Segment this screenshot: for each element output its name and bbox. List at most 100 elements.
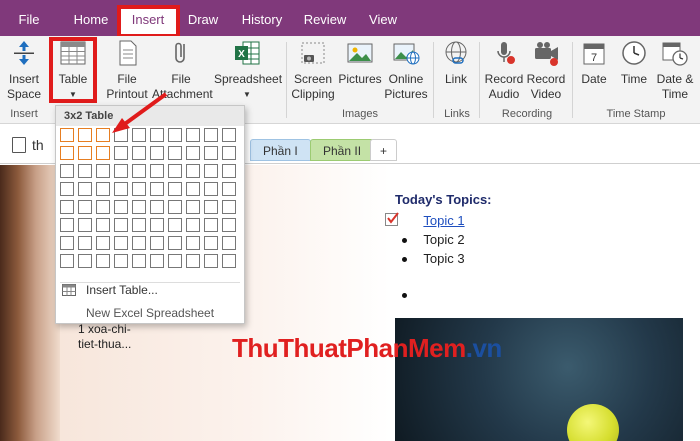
table-grid-cell[interactable] [60,146,74,160]
table-grid-cell[interactable] [150,236,164,250]
record-audio-button[interactable]: Record Audio [484,38,524,102]
table-grid-cell[interactable] [114,164,128,178]
table-grid-cell[interactable] [186,254,200,268]
table-grid-cell[interactable] [132,236,146,250]
table-grid-cell[interactable] [186,182,200,196]
side-note[interactable]: 1 xoa-chi- tiet-thua... [78,322,131,352]
table-grid-cell[interactable] [168,236,182,250]
table-grid-cell[interactable] [96,254,110,268]
table-grid-cell[interactable] [60,164,74,178]
table-grid-cell[interactable] [78,200,92,214]
table-grid-cell[interactable] [204,218,218,232]
table-grid-cell[interactable] [60,218,74,232]
table-grid-cell[interactable] [96,236,110,250]
tab-draw[interactable]: Draw [182,8,224,32]
table-button[interactable]: Table ▼ [53,38,93,102]
tab-file[interactable]: File [8,8,50,32]
table-grid-cell[interactable] [96,218,110,232]
table-grid-cell[interactable] [114,146,128,160]
table-grid-cell[interactable] [222,146,236,160]
table-grid-cell[interactable] [204,164,218,178]
table-grid-cell[interactable] [78,164,92,178]
table-grid-cell[interactable] [204,254,218,268]
table-grid-cell[interactable] [222,182,236,196]
table-grid-cell[interactable] [78,254,92,268]
table-grid-cell[interactable] [150,146,164,160]
table-grid-cell[interactable] [204,146,218,160]
table-grid-cell[interactable] [114,254,128,268]
table-grid-cell[interactable] [78,218,92,232]
date-time-button[interactable]: Date & Time [654,38,696,102]
table-grid-cell[interactable] [114,236,128,250]
date-button[interactable]: 7 Date [576,38,612,87]
time-button[interactable]: Time [616,38,652,87]
table-grid-cell[interactable] [186,236,200,250]
notebook-title[interactable]: th [32,137,44,153]
table-grid-cell[interactable] [186,200,200,214]
table-grid-cell[interactable] [96,182,110,196]
table-grid-cell[interactable] [168,164,182,178]
table-grid-cell[interactable] [222,236,236,250]
table-grid-cell[interactable] [168,182,182,196]
spreadsheet-button[interactable]: X Spreadsheet ▼ [214,38,282,102]
insert-table-menu-item[interactable]: Insert Table... [62,283,158,297]
section-tab-phan-1[interactable]: Phần I [250,139,311,161]
record-video-button[interactable]: Record Video [526,38,566,102]
table-grid-cell[interactable] [132,146,146,160]
table-grid-cell[interactable] [186,128,200,142]
table-grid-cell[interactable] [222,254,236,268]
tab-home[interactable]: Home [66,8,116,32]
table-grid-cell[interactable] [222,200,236,214]
table-grid-cell[interactable] [204,182,218,196]
table-grid-cell[interactable] [222,164,236,178]
pictures-button[interactable]: Pictures [338,38,382,87]
table-grid-cell[interactable] [78,128,92,142]
section-tab-phan-2[interactable]: Phần II [310,139,375,161]
table-grid-cell[interactable] [60,128,74,142]
table-grid-cell[interactable] [186,164,200,178]
table-grid-cell[interactable] [150,182,164,196]
table-grid-cell[interactable] [222,128,236,142]
table-grid-cell[interactable] [114,218,128,232]
insert-space-button[interactable]: Insert Space [4,38,44,102]
link-button[interactable]: Link [437,38,475,87]
table-grid-cell[interactable] [168,254,182,268]
topic-link[interactable]: Topic 1 [423,213,464,228]
table-grid-cell[interactable] [60,254,74,268]
table-grid-cell[interactable] [114,200,128,214]
table-grid-cell[interactable] [132,254,146,268]
tab-insert[interactable]: Insert [120,8,176,36]
table-grid-cell[interactable] [150,218,164,232]
table-grid-cell[interactable] [150,254,164,268]
table-grid-cell[interactable] [60,182,74,196]
table-grid-cell[interactable] [132,164,146,178]
tab-review[interactable]: Review [300,8,350,32]
table-grid-cell[interactable] [204,128,218,142]
table-grid-cell[interactable] [168,200,182,214]
table-grid-cell[interactable] [150,164,164,178]
table-grid-cell[interactable] [222,218,236,232]
table-grid-cell[interactable] [78,236,92,250]
table-grid-cell[interactable] [168,146,182,160]
table-grid-cell[interactable] [168,218,182,232]
todo-checkbox[interactable] [385,212,399,226]
add-section-button[interactable]: + [370,139,398,161]
table-grid-cell[interactable] [78,146,92,160]
table-grid-cell[interactable] [186,146,200,160]
table-grid-cell[interactable] [132,218,146,232]
table-grid-cell[interactable] [96,200,110,214]
table-grid-cell[interactable] [132,182,146,196]
screen-clipping-button[interactable]: Screen Clipping [290,38,336,102]
tab-history[interactable]: History [236,8,288,32]
table-grid-cell[interactable] [60,200,74,214]
table-grid-cell[interactable] [132,200,146,214]
new-excel-spreadsheet-menu-item[interactable]: New Excel Spreadsheet [86,306,214,320]
table-grid-cell[interactable] [114,182,128,196]
table-grid-cell[interactable] [204,236,218,250]
topic-text[interactable]: Topic 2 [423,232,464,247]
table-grid-cell[interactable] [96,164,110,178]
online-pictures-button[interactable]: Online Pictures [384,38,428,102]
topic-text[interactable]: Topic 3 [423,251,464,266]
table-grid-cell[interactable] [204,200,218,214]
table-grid-cell[interactable] [186,218,200,232]
